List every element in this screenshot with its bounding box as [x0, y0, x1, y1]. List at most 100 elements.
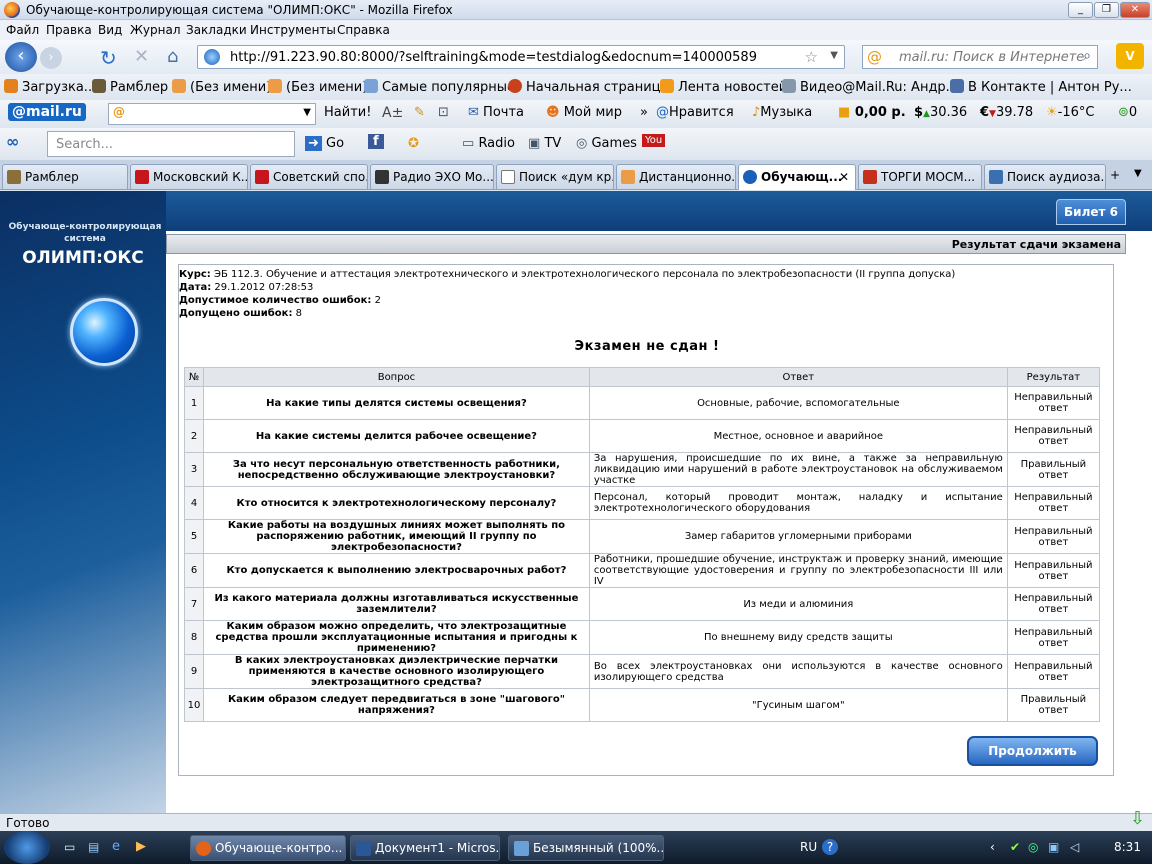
switch-windows-icon[interactable]: ▤	[88, 840, 99, 854]
toolbar-search-input[interactable]: Search...	[47, 131, 295, 157]
tv-button[interactable]: ▣ TV	[528, 136, 561, 151]
find-button[interactable]: Найти!	[324, 105, 371, 120]
menu-help[interactable]: Справка	[337, 23, 390, 37]
mailru-like-icon: @	[656, 105, 669, 120]
row-number: 7	[183, 587, 205, 621]
answer-cell: "Гусиным шагом"	[588, 688, 1008, 722]
facebook-icon[interactable]: f	[368, 134, 384, 149]
web-search-placeholder: mail.ru: Поиск в Интернете	[899, 50, 1085, 65]
back-button[interactable]: ‹	[5, 42, 37, 72]
tab[interactable]: ТОРГИ МОСМ...	[858, 164, 982, 189]
text-size-icon[interactable]: A±	[382, 105, 403, 121]
games-button[interactable]: ◎ Games	[576, 136, 637, 151]
bookmark-item[interactable]: (Без имени)	[268, 79, 367, 95]
help-icon[interactable]: ?	[822, 839, 838, 855]
mailru-search-icon[interactable]: @	[867, 48, 882, 66]
menu-tools[interactable]: Инструменты	[250, 23, 336, 37]
taskbar-item-paint[interactable]: Безымянный (100%...	[508, 835, 664, 861]
tab[interactable]: Радио ЭХО Мо...	[370, 164, 494, 189]
music-link[interactable]: ♪Музыка	[752, 105, 812, 120]
like-link[interactable]: @Нравится	[656, 105, 734, 120]
taskbar-item-word[interactable]: Документ1 - Micros...	[350, 835, 500, 861]
menu-view[interactable]: Вид	[98, 23, 122, 37]
close-tab-icon[interactable]: ✕	[839, 170, 849, 184]
bookmark-item[interactable]: Видео@Mail.Ru: Андр...	[782, 79, 958, 95]
row-number: 10	[183, 688, 205, 722]
minimize-button[interactable]: _	[1068, 2, 1093, 18]
weather-icon[interactable]: ✪	[408, 136, 419, 151]
mailru-logo[interactable]: @mail.ru	[8, 103, 86, 121]
web-search-box[interactable]: @ mail.ru: Поиск в Интернете ⌕	[862, 45, 1098, 69]
download-arrow-icon[interactable]: ⇩	[1130, 808, 1145, 829]
tab-list-icon[interactable]: ▼	[1134, 168, 1142, 179]
bookmark-item[interactable]: Лента новостей	[660, 79, 787, 95]
start-button[interactable]	[4, 831, 50, 864]
new-tab-icon[interactable]: +	[1110, 168, 1120, 182]
clock[interactable]: 8:31	[1114, 840, 1141, 854]
bookmark-item[interactable]: Загрузка...	[4, 79, 96, 95]
menu-edit[interactable]: Правка	[46, 23, 92, 37]
reload-icon[interactable]: ↻	[100, 46, 117, 70]
forward-button[interactable]: ›	[40, 47, 62, 69]
mail-link[interactable]: ✉ Почта	[468, 105, 524, 120]
toolbar-logo-icon[interactable]: ∞	[6, 132, 19, 151]
tray-expand-icon[interactable]: ‹	[990, 840, 995, 854]
home-icon[interactable]: ⌂	[167, 46, 178, 67]
weather-widget[interactable]: ☀-16°C	[1046, 105, 1094, 120]
wallet-icon: ■	[838, 105, 851, 120]
answer-cell: Основные, рабочие, вспомогательные	[588, 386, 1008, 420]
overflow-chevron-icon[interactable]: »	[640, 105, 648, 120]
highlight-icon[interactable]: ✎	[414, 105, 425, 120]
tab[interactable]: Рамблер	[2, 164, 128, 189]
traffic-widget[interactable]: ⊚0	[1118, 105, 1137, 120]
window-title-bar: Обучающе-контролирующая система "ОЛИМП:О…	[0, 0, 1152, 20]
address-bar[interactable]: http://91.223.90.80:8000/?selftraining&m…	[197, 45, 845, 69]
moimir-link[interactable]: ☻ Мой мир	[546, 105, 622, 120]
star-icon[interactable]: ☆	[805, 48, 818, 66]
tab[interactable]: Дистанционно...	[616, 164, 736, 189]
usd-rate[interactable]: $▲30.36	[914, 105, 967, 120]
table-row: 6 Кто допускается к выполнению электросва…	[183, 553, 1101, 588]
go-button[interactable]: ➜ Go	[305, 136, 344, 151]
bookmark-item[interactable]: В Контакте | Антон Ру...	[950, 79, 1132, 95]
ie-icon[interactable]: e	[112, 839, 120, 854]
search-icon[interactable]: ⌕	[1083, 48, 1091, 64]
addon-v-icon[interactable]: V	[1116, 43, 1144, 69]
menu-history[interactable]: Журнал	[130, 23, 181, 37]
table-row: 8 Каким образом можно определить, что эле…	[183, 620, 1101, 655]
stop-icon[interactable]: ✕	[134, 46, 149, 67]
menu-bookmarks[interactable]: Закладки	[186, 23, 247, 37]
close-button[interactable]: ✕	[1120, 2, 1150, 18]
media-player-icon[interactable]: ▶	[136, 839, 146, 854]
tab[interactable]: Московский К...	[130, 164, 248, 189]
eur-rate[interactable]: €▼39.78	[980, 105, 1033, 120]
tab[interactable]: Поиск «дум кр...	[496, 164, 614, 189]
balance-widget[interactable]: ■ 0,00 р.	[838, 105, 906, 120]
tray-app-icon[interactable]: ✔	[1010, 840, 1020, 854]
bookmark-item[interactable]: (Без имени)	[172, 79, 271, 95]
ticket-tab[interactable]: Билет 6	[1056, 199, 1126, 225]
tab-active[interactable]: Обучающ... ✕	[738, 164, 856, 190]
radio-button[interactable]: ▭ Radio	[462, 136, 515, 151]
dropdown-arrow-icon[interactable]: ▼	[830, 50, 838, 61]
tab[interactable]: Поиск аудиоза...	[984, 164, 1106, 189]
language-indicator[interactable]: RU	[800, 840, 817, 854]
tray-network-icon[interactable]: ◎	[1028, 840, 1038, 854]
tab[interactable]: Советский спо...	[250, 164, 368, 189]
continue-button[interactable]: Продолжить	[967, 736, 1098, 766]
bookmark-item[interactable]: Рамблер	[92, 79, 168, 95]
volume-icon[interactable]: ◁	[1070, 840, 1079, 854]
page-search-icon[interactable]: ⊡	[438, 105, 449, 120]
menu-file[interactable]: Файл	[6, 23, 39, 37]
tray-monitor-icon[interactable]: ▣	[1048, 840, 1059, 854]
taskbar-item-firefox[interactable]: Обучающе-контро...	[190, 835, 346, 861]
globe-logo-icon	[70, 298, 138, 366]
youtube-icon[interactable]: You	[642, 134, 666, 147]
dropdown-arrow-icon[interactable]: ▼	[303, 107, 311, 118]
show-desktop-icon[interactable]: ▭	[64, 840, 75, 854]
bookmark-item[interactable]: Самые популярные	[364, 79, 515, 95]
mailru-search-input[interactable]: @ ▼	[108, 103, 316, 125]
question-cell: На какие системы делится рабочее освещен…	[203, 419, 590, 453]
bookmark-item[interactable]: Начальная страница	[508, 79, 668, 95]
maximize-button[interactable]: ❐	[1094, 2, 1119, 18]
